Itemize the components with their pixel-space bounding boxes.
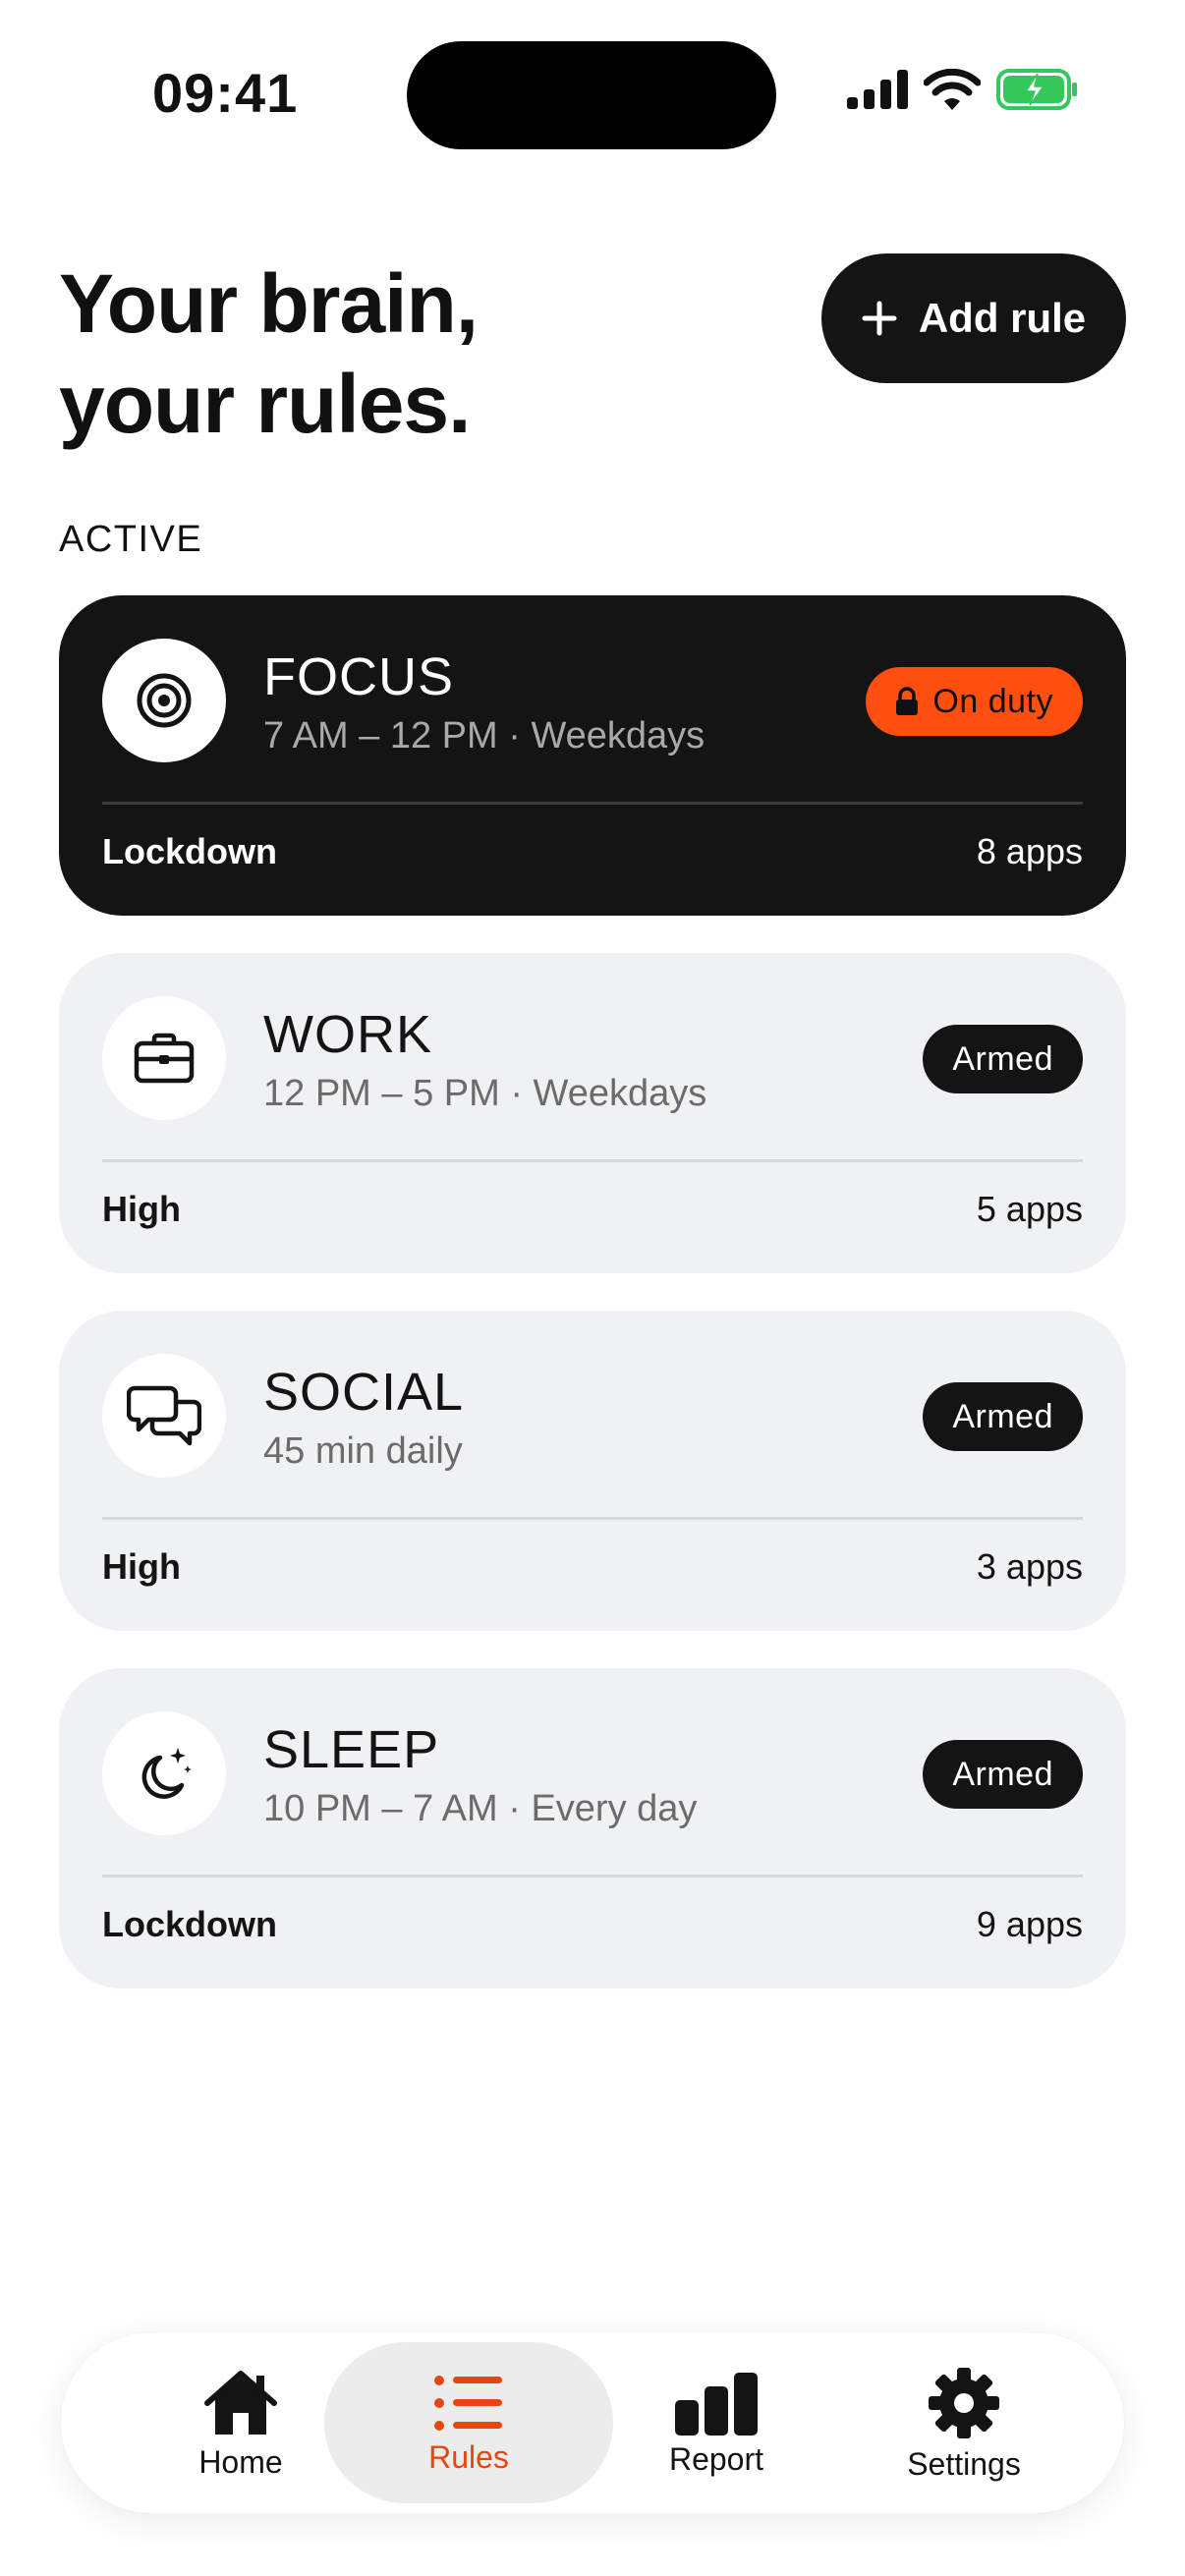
rule-card-social[interactable]: SOCIAL 45 min daily Armed High 3 apps — [59, 1311, 1126, 1631]
card-divider — [102, 1875, 1083, 1877]
rule-card-work[interactable]: WORK 12 PM – 5 PM · Weekdays Armed High … — [59, 953, 1126, 1273]
page-title: Your brain, your rules. — [59, 253, 479, 454]
rule-card-focus[interactable]: FOCUS 7 AM – 12 PM · Weekdays On duty Lo… — [59, 595, 1126, 916]
rule-level: Lockdown — [102, 1904, 277, 1944]
dynamic-island — [407, 41, 776, 149]
rule-schedule: 10 PM – 7 AM · Every day — [263, 1788, 698, 1829]
lock-icon — [896, 687, 919, 715]
rules-screen: 09:41 Your brain, your rules. Add rule A… — [0, 0, 1185, 2576]
status-badge: Armed — [923, 1382, 1083, 1451]
rule-apps-count: 5 apps — [976, 1189, 1083, 1229]
card-divider — [102, 1517, 1083, 1520]
nav-item-settings[interactable]: Settings — [819, 2342, 1108, 2503]
status-badge-label: Armed — [952, 1397, 1053, 1435]
nav-label-report: Report — [668, 2441, 764, 2477]
card-divider — [102, 802, 1083, 805]
moon-stars-icon — [141, 1748, 192, 1799]
status-badge: Armed — [923, 1740, 1083, 1809]
status-badge: On duty — [866, 667, 1083, 736]
bottom-nav: Home Rules Report Settings — [61, 2332, 1124, 2513]
plus-icon — [862, 301, 897, 336]
chat-bubbles-icon — [127, 1385, 201, 1446]
rule-level: High — [102, 1546, 181, 1587]
rule-card-sleep[interactable]: SLEEP 10 PM – 7 AM · Every day Armed Loc… — [59, 1668, 1126, 1988]
rule-schedule: 7 AM – 12 PM · Weekdays — [263, 715, 705, 756]
wifi-icon — [924, 69, 981, 110]
status-badge: Armed — [923, 1025, 1083, 1093]
rule-name: SOCIAL — [263, 1363, 465, 1422]
gear-icon — [929, 2368, 999, 2438]
rule-apps-count: 3 apps — [976, 1546, 1083, 1587]
card-divider — [102, 1159, 1083, 1162]
rule-icon-container — [102, 639, 226, 762]
status-badge-label: Armed — [952, 1039, 1053, 1078]
nav-label-rules: Rules — [428, 2439, 509, 2475]
target-icon — [137, 673, 192, 728]
rule-icon-container — [102, 1354, 226, 1478]
status-icons — [847, 69, 1079, 110]
rule-level: Lockdown — [102, 831, 277, 871]
title-line-1: Your brain, — [59, 257, 479, 350]
rule-apps-count: 9 apps — [976, 1904, 1083, 1944]
battery-charging-icon — [996, 69, 1077, 110]
rule-level: High — [102, 1189, 181, 1229]
rule-icon-container — [102, 996, 226, 1120]
bar-chart-icon — [675, 2373, 758, 2436]
nav-item-report[interactable]: Report — [572, 2342, 861, 2503]
nav-label-settings: Settings — [907, 2446, 1021, 2482]
briefcase-icon — [134, 1033, 195, 1084]
rule-schedule: 45 min daily — [263, 1430, 463, 1472]
rule-name: FOCUS — [263, 647, 454, 706]
rule-apps-count: 8 apps — [976, 831, 1083, 871]
nav-item-rules[interactable]: Rules — [324, 2342, 613, 2503]
rule-schedule: 12 PM – 5 PM · Weekdays — [263, 1073, 707, 1114]
add-rule-label: Add rule — [918, 295, 1087, 341]
section-label-active: ACTIVE — [59, 519, 203, 560]
status-badge-label: Armed — [952, 1755, 1053, 1793]
rule-icon-container — [102, 1711, 226, 1835]
status-badge-label: On duty — [932, 682, 1053, 720]
list-icon — [434, 2376, 502, 2431]
rule-name: SLEEP — [263, 1720, 440, 1779]
status-time: 09:41 — [152, 62, 299, 124]
title-line-2: your rules. — [59, 358, 471, 450]
rule-name: WORK — [263, 1005, 432, 1064]
cellular-signal-icon — [847, 70, 908, 109]
home-icon — [204, 2371, 277, 2435]
nav-label-home: Home — [198, 2444, 283, 2480]
add-rule-button[interactable]: Add rule — [821, 253, 1126, 383]
